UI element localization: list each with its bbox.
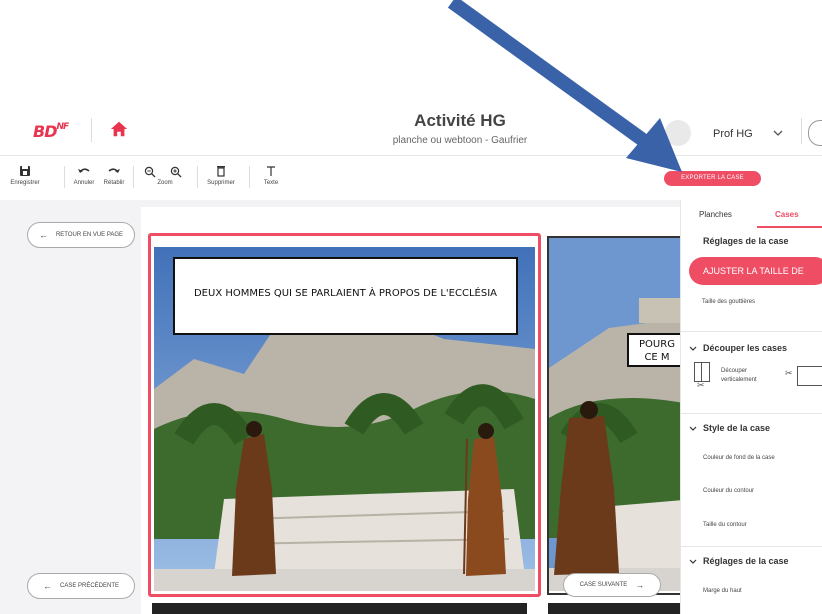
bdnf-logo[interactable]: BDNF <box>33 122 69 141</box>
text-label: Texte <box>263 180 279 186</box>
delete-label: Supprimer <box>207 180 235 186</box>
scissors-icon: ✂ <box>785 368 793 378</box>
redo-label: Rétablir <box>103 180 125 186</box>
page-subtitle: planche ou webtoon - Gaufrier <box>392 135 528 146</box>
comic-panel-row-2b[interactable] <box>548 603 680 614</box>
undo-button[interactable]: Annuler <box>71 165 97 186</box>
redo-button[interactable]: Rétablir <box>101 165 127 186</box>
cut-vertical-label[interactable]: Découper verticalement <box>721 367 776 385</box>
save-icon <box>20 166 30 176</box>
zoom-out-button[interactable] <box>144 165 156 178</box>
split-vertical-icon[interactable] <box>694 362 710 382</box>
next-case-label: CASE SUIVANTE <box>579 582 628 588</box>
save-button[interactable]: Enregistrer <box>8 165 42 186</box>
logo-sup: NF <box>56 122 69 132</box>
section-divider <box>680 331 822 332</box>
toolbar-divider <box>64 166 65 188</box>
scissors-icon: ✂ <box>697 380 705 390</box>
caption-box[interactable]: DEUX HOMMES QUI SE PARLAIENT À PROPOS DE… <box>173 257 518 335</box>
zoom-label: Zoom <box>157 180 173 186</box>
bubble-line: CE M <box>644 352 670 363</box>
text-button[interactable]: Texte <box>260 165 282 186</box>
chevron-down-icon[interactable] <box>773 130 783 137</box>
back-to-page-button[interactable]: ← RETOUR EN VUE PAGE <box>27 222 135 248</box>
bubble-line: POURG <box>639 339 675 350</box>
toolbar-divider <box>133 166 134 188</box>
split-horizontal-icon[interactable] <box>797 366 822 386</box>
zoom-in-button[interactable] <box>170 165 182 178</box>
gutter-size-label[interactable]: Taille des gouttières <box>702 299 755 305</box>
delete-button[interactable]: Supprimer <box>204 165 238 186</box>
trash-icon <box>217 166 225 177</box>
cut-section-title[interactable]: Découper les cases <box>703 343 787 353</box>
notification-button[interactable] <box>808 120 822 146</box>
zoom-in-icon <box>170 166 182 178</box>
section-divider <box>680 546 822 547</box>
comic-panel-selected[interactable]: DEUX HOMMES QUI SE PARLAIENT À PROPOS DE… <box>148 233 541 597</box>
undo-label: Annuler <box>73 180 95 186</box>
toolbar-divider <box>197 166 198 188</box>
zoom-out-icon <box>144 166 156 178</box>
chevron-down-icon[interactable] <box>689 426 697 432</box>
save-label: Enregistrer <box>10 180 40 186</box>
avatar <box>665 120 691 146</box>
logo-text: BD <box>33 122 58 141</box>
case-settings-title-2[interactable]: Réglages de la case <box>703 556 789 566</box>
adjust-size-button[interactable]: AJUSTER LA TAILLE DE <box>689 257 822 285</box>
previous-case-button[interactable]: ← CASE PRÉCÉDENTE <box>27 573 135 599</box>
tab-cases[interactable]: Cases <box>775 210 799 219</box>
style-section-title[interactable]: Style de la case <box>703 423 770 433</box>
tab-planches[interactable]: Planches <box>699 210 732 219</box>
case-settings-title: Réglages de la case <box>703 236 789 246</box>
export-case-button[interactable]: EXPORTER LA CASE <box>664 171 761 186</box>
top-margin-label[interactable]: Marge du haut <box>703 588 742 594</box>
arrow-right-icon: → <box>635 580 645 590</box>
arrow-left-icon: ← <box>42 581 52 591</box>
text-icon <box>267 166 275 176</box>
active-tab-indicator <box>757 226 822 228</box>
redo-icon <box>108 168 120 173</box>
user-name[interactable]: Prof HG <box>713 128 753 140</box>
border-color-label[interactable]: Couleur du contour <box>703 488 754 494</box>
speech-bubble[interactable]: POURG CE M <box>627 333 682 367</box>
border-size-label[interactable]: Taille du contour <box>703 522 747 528</box>
comic-panel-row-2[interactable] <box>152 603 527 614</box>
panel-scene-image <box>549 238 682 591</box>
page-title: Activité HG <box>414 111 506 130</box>
previous-case-label: CASE PRÉCÉDENTE <box>59 583 119 589</box>
section-divider <box>680 413 822 414</box>
header-divider <box>91 118 92 142</box>
chevron-down-icon[interactable] <box>689 346 697 352</box>
header-bottom-line <box>0 155 822 156</box>
header-divider-right <box>801 118 802 144</box>
bg-color-label[interactable]: Couleur de fond de la case <box>703 455 775 461</box>
arrow-left-icon: ← <box>38 230 48 240</box>
next-case-button[interactable]: CASE SUIVANTE → <box>563 573 661 597</box>
home-icon[interactable] <box>110 120 128 138</box>
chevron-down-icon[interactable] <box>689 559 697 565</box>
caption-text: DEUX HOMMES QUI SE PARLAIENT À PROPOS DE… <box>193 288 497 299</box>
toolbar-divider <box>249 166 250 188</box>
undo-icon <box>78 168 90 173</box>
comic-panel-next[interactable]: POURG CE M <box>547 236 682 595</box>
back-to-page-label: RETOUR EN VUE PAGE <box>55 232 124 238</box>
